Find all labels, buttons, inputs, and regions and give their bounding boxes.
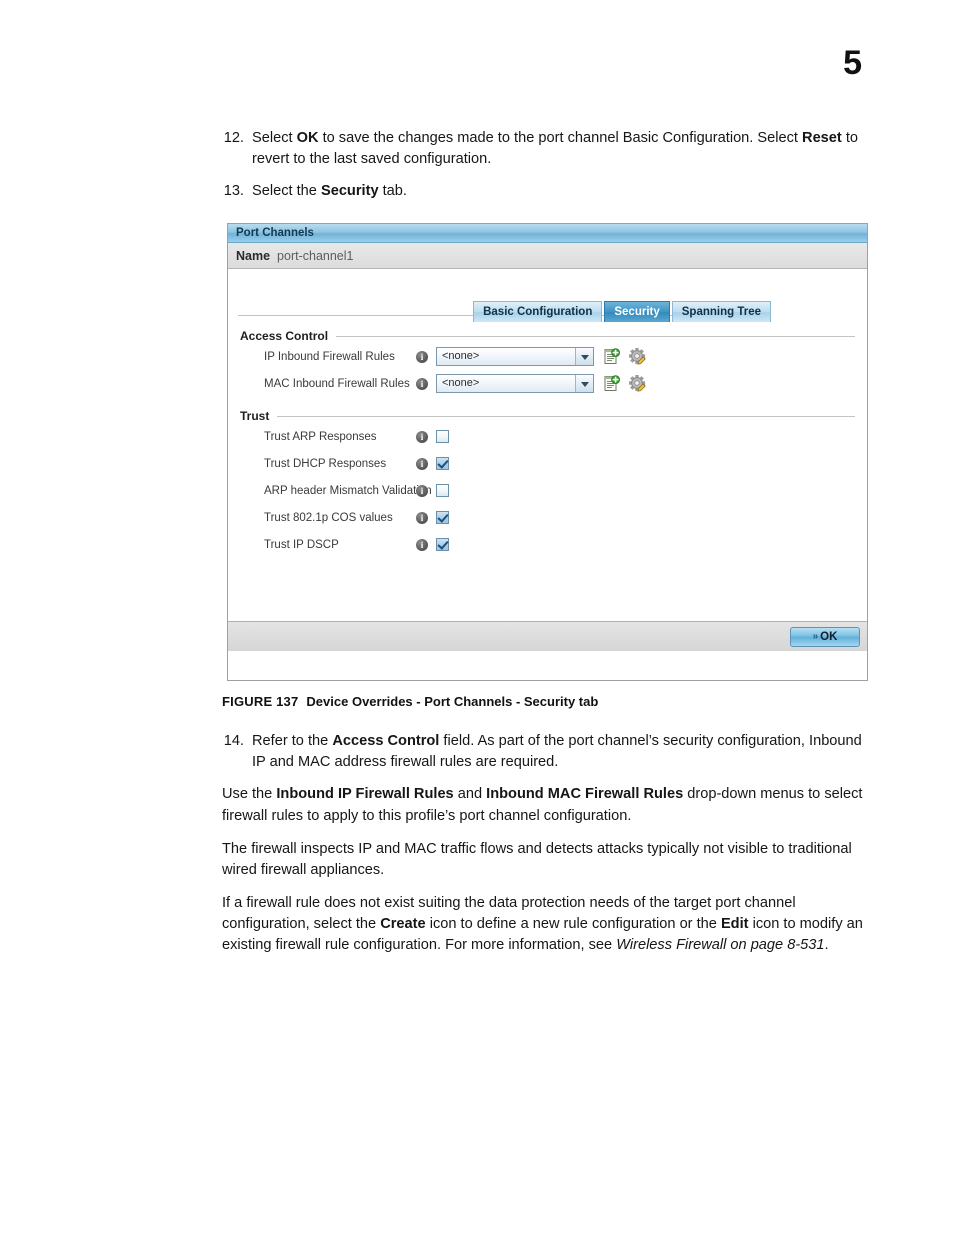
field-label: Trust IP DSCP (264, 538, 339, 551)
body-paragraph: If a firewall rule does not exist suitin… (222, 893, 870, 956)
numbered-step: 14. Refer to the Access Control field. As… (222, 731, 870, 772)
step-number: 12. (223, 130, 244, 146)
panel-name-row: Name port-channel1 (228, 243, 867, 269)
ok-button[interactable]: » OK (790, 626, 860, 647)
page-number: 5 (843, 44, 862, 82)
trust-checkbox[interactable] (436, 538, 449, 551)
step-number: 14. (223, 733, 244, 749)
emphasis-bold: Security (320, 183, 379, 200)
heading-rule (336, 335, 855, 337)
tab-spanning-tree[interactable]: Spanning Tree (671, 301, 771, 322)
field-label: ARP header Mismatch Validation (264, 484, 432, 497)
step-number: 13. (223, 183, 244, 200)
trust-checkbox[interactable] (436, 430, 449, 443)
text-run: tab. (378, 183, 407, 200)
text-run: Refer to the (252, 733, 333, 749)
numbered-step: 12. Select OK to save the changes made to… (222, 128, 870, 169)
field-label: Trust DHCP Responses (264, 457, 387, 470)
upper-steps-block: 12. Select OK to save the changes made to… (222, 128, 870, 214)
tab-basic-configuration[interactable]: Basic Configuration (473, 301, 603, 322)
info-icon[interactable]: i (416, 538, 428, 551)
panel-footer: » OK (228, 621, 867, 651)
trust-checkbox[interactable] (436, 484, 449, 497)
panel-title: Port Channels (228, 224, 867, 243)
text-run: icon to define a new rule configuration … (425, 916, 721, 933)
emphasis-bold: OK (296, 130, 319, 146)
panel-body: Basic Configuration Security Spanning Tree… (228, 269, 867, 651)
emphasis-bold: Edit (720, 916, 749, 933)
access-control-row: IP Inbound Firewall Rules i <none> (240, 343, 855, 370)
info-icon[interactable]: i (416, 457, 428, 470)
text-run: Select the (252, 183, 321, 200)
info-icon[interactable]: i (416, 377, 428, 390)
trust-checkbox[interactable] (436, 457, 449, 470)
trust-rows: Trust ARP Responses i Trust DHCP Responses… (240, 423, 855, 558)
trust-row: Trust DHCP Responses i (240, 450, 855, 477)
panel-name-value: port-channel1 (277, 248, 354, 263)
trust-row: Trust ARP Responses i (240, 423, 855, 450)
emphasis-bold: Access Control (332, 733, 440, 749)
emphasis-bold: Create (380, 916, 426, 933)
info-icon[interactable]: i (416, 511, 428, 524)
info-icon[interactable]: i (416, 484, 428, 497)
access-control-group: Access Control IP Inbound Firewall Rules… (240, 329, 855, 397)
info-icon[interactable]: i (416, 430, 428, 443)
text-run: Use the (222, 786, 277, 803)
chevron-down-icon[interactable] (575, 348, 593, 365)
field-label: IP Inbound Firewall Rules (264, 350, 395, 363)
lower-body-block: 14. Refer to the Access Control field. As… (222, 731, 870, 969)
firewall-rules-dropdown[interactable]: <none> (436, 374, 594, 393)
numbered-step: 13. Select the Security tab. (222, 181, 870, 202)
figure-caption: FIGURE 137 Device Overrides - Port Channe… (222, 694, 598, 709)
figure-number: FIGURE 137 (222, 694, 299, 709)
heading-rule (277, 415, 855, 417)
trust-group: Trust Trust ARP Responses i Trust DHCP Res… (240, 409, 855, 558)
text-run: . (824, 937, 829, 954)
emphasis-bold: Reset (802, 130, 842, 146)
ok-button-label: OK (820, 630, 838, 643)
access-control-heading: Access Control (240, 329, 855, 343)
field-label: Trust 802.1p COS values (264, 511, 393, 524)
tab-bar[interactable]: Basic Configuration Security Spanning Tree (473, 301, 771, 322)
edit-icon[interactable] (629, 348, 646, 365)
text-run: to save the changes made to the port cha… (318, 130, 803, 146)
text-run: The firewall inspects IP and MAC traffic… (222, 840, 852, 878)
body-paragraph: Use the Inbound IP Firewall Rules and In… (222, 784, 870, 826)
trust-checkbox[interactable] (436, 511, 449, 524)
trust-row: Trust 802.1p COS values i (240, 504, 855, 531)
field-label: Trust ARP Responses (264, 430, 377, 443)
emphasis-italic: Wireless Firewall on page 8-531 (616, 937, 825, 954)
panel-name-label: Name (236, 248, 271, 263)
create-icon[interactable] (603, 348, 620, 365)
trust-row: ARP header Mismatch Validation i (240, 477, 855, 504)
firewall-rules-dropdown[interactable]: <none> (436, 347, 594, 366)
chevron-down-icon[interactable] (575, 375, 593, 392)
text-run: Select (252, 130, 297, 146)
field-label: MAC Inbound Firewall Rules (264, 377, 410, 390)
text-run: and (453, 786, 487, 803)
info-icon[interactable]: i (416, 350, 428, 363)
access-control-row: MAC Inbound Firewall Rules i <none> (240, 370, 855, 397)
dropdown-value: <none> (442, 377, 480, 389)
dropdown-value: <none> (442, 350, 480, 362)
port-channels-panel: Port Channels Name port-channel1 Basic C… (227, 223, 868, 681)
create-icon[interactable] (603, 375, 620, 392)
access-control-heading-label: Access Control (240, 329, 329, 343)
figure-caption-text: Device Overrides - Port Channels - Secur… (306, 694, 599, 709)
step-text: Select OK to save the changes made to th… (252, 128, 870, 169)
edit-icon[interactable] (629, 375, 646, 392)
step-text: Select the Security tab. (252, 181, 870, 202)
emphasis-bold: Inbound IP Firewall Rules (276, 786, 454, 803)
trust-heading-label: Trust (240, 409, 270, 423)
trust-heading: Trust (240, 409, 855, 423)
tab-security[interactable]: Security (604, 301, 670, 322)
double-chevron-icon: » (812, 631, 818, 642)
body-paragraph: The firewall inspects IP and MAC traffic… (222, 839, 870, 881)
step-text: Refer to the Access Control field. As pa… (252, 731, 870, 772)
trust-row: Trust IP DSCP i (240, 531, 855, 558)
access-control-rows: IP Inbound Firewall Rules i <none> MAC Inbo… (240, 343, 855, 397)
emphasis-bold: Inbound MAC Firewall Rules (486, 786, 684, 803)
